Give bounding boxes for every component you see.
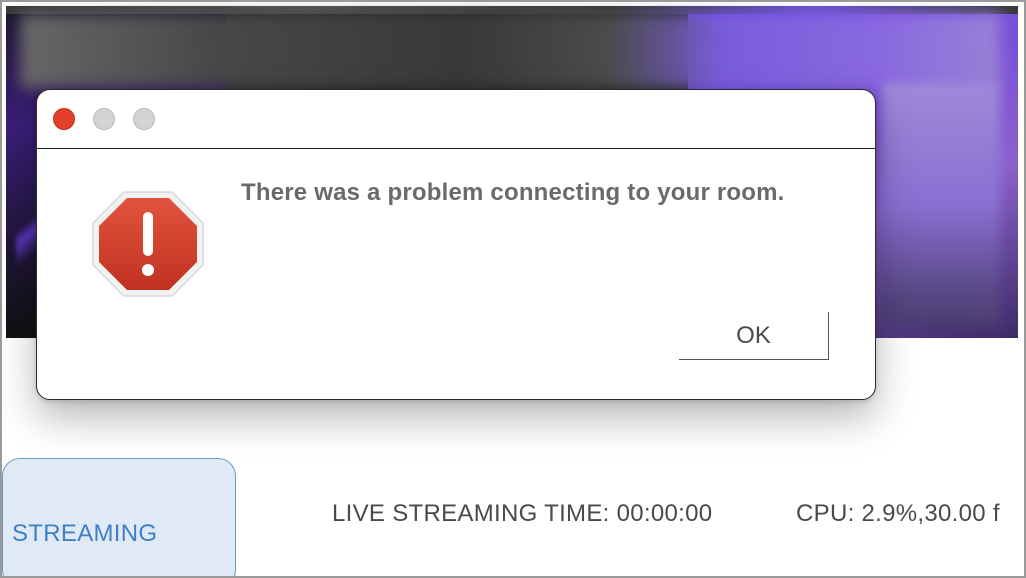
- close-window-button[interactable]: [53, 108, 75, 130]
- app-window: STREAMING LIVE STREAMING TIME: 00:00:00 …: [0, 0, 1026, 578]
- dialog-message: There was a problem connecting to your r…: [241, 179, 785, 206]
- error-dialog: There was a problem connecting to your r…: [36, 89, 876, 400]
- minimize-window-button[interactable]: [93, 108, 115, 130]
- blurred-side-overlay: [882, 82, 1000, 326]
- zoom-window-button[interactable]: [133, 108, 155, 130]
- cpu-usage: CPU: 2.9%,30.00 f: [796, 500, 1000, 527]
- preview-thumbnail-strip: [6, 6, 1018, 14]
- alert-octagon-icon: [92, 191, 204, 297]
- dialog-titlebar: [37, 90, 875, 149]
- ok-button[interactable]: OK: [679, 312, 829, 360]
- streaming-button[interactable]: [2, 458, 236, 576]
- streaming-button-label: STREAMING: [12, 520, 158, 547]
- live-streaming-time: LIVE STREAMING TIME: 00:00:00: [332, 500, 713, 527]
- blurred-header-overlay: [20, 14, 1000, 88]
